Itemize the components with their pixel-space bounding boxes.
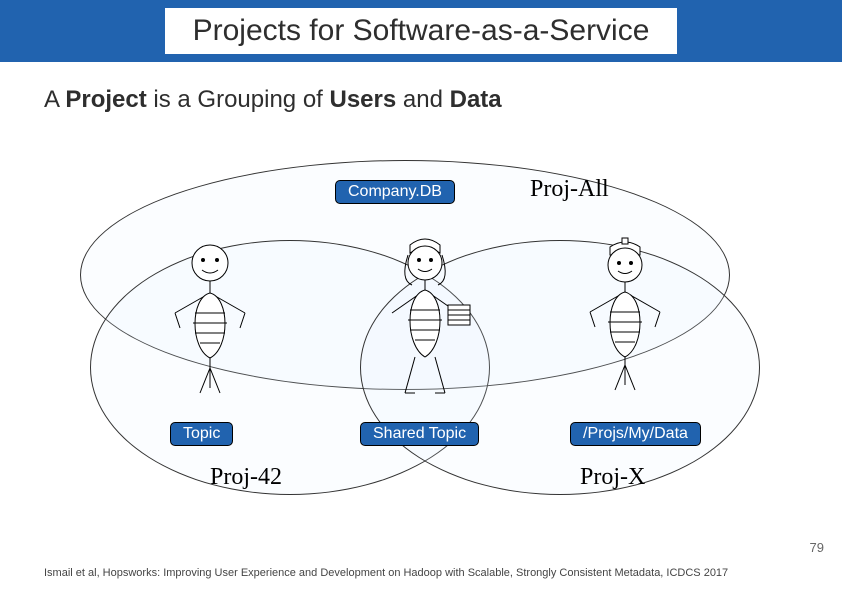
venn-diagram: Company.DB Topic Shared Topic /Projs/My/… <box>80 160 780 520</box>
user-figure-3 <box>570 235 680 400</box>
slide-subtitle: A Project is a Grouping of Users and Dat… <box>0 62 842 114</box>
chip-shared-topic: Shared Topic <box>360 422 479 446</box>
subtitle-bold-project: Project <box>65 86 146 113</box>
title-bar: Projects for Software-as-a-Service <box>0 0 842 62</box>
chip-projs-path: /Projs/My/Data <box>570 422 701 446</box>
citation: Ismail et al, Hopsworks: Improving User … <box>44 567 728 579</box>
label-proj-all: Proj-All <box>530 176 609 203</box>
subtitle-text: A <box>44 86 65 113</box>
subtitle-bold-users: Users <box>330 86 397 113</box>
subtitle-bold-data: Data <box>450 86 502 113</box>
chip-company-db: Company.DB <box>335 180 455 204</box>
chip-topic: Topic <box>170 422 233 446</box>
subtitle-text: is a Grouping of <box>147 86 330 113</box>
label-proj-x: Proj-X <box>580 464 645 491</box>
page-number: 79 <box>810 540 824 555</box>
label-proj-42: Proj-42 <box>210 464 282 491</box>
slide-title: Projects for Software-as-a-Service <box>165 8 678 54</box>
subtitle-text: and <box>396 86 449 113</box>
user-figure-2 <box>370 235 480 405</box>
user-figure-1 <box>155 238 265 403</box>
